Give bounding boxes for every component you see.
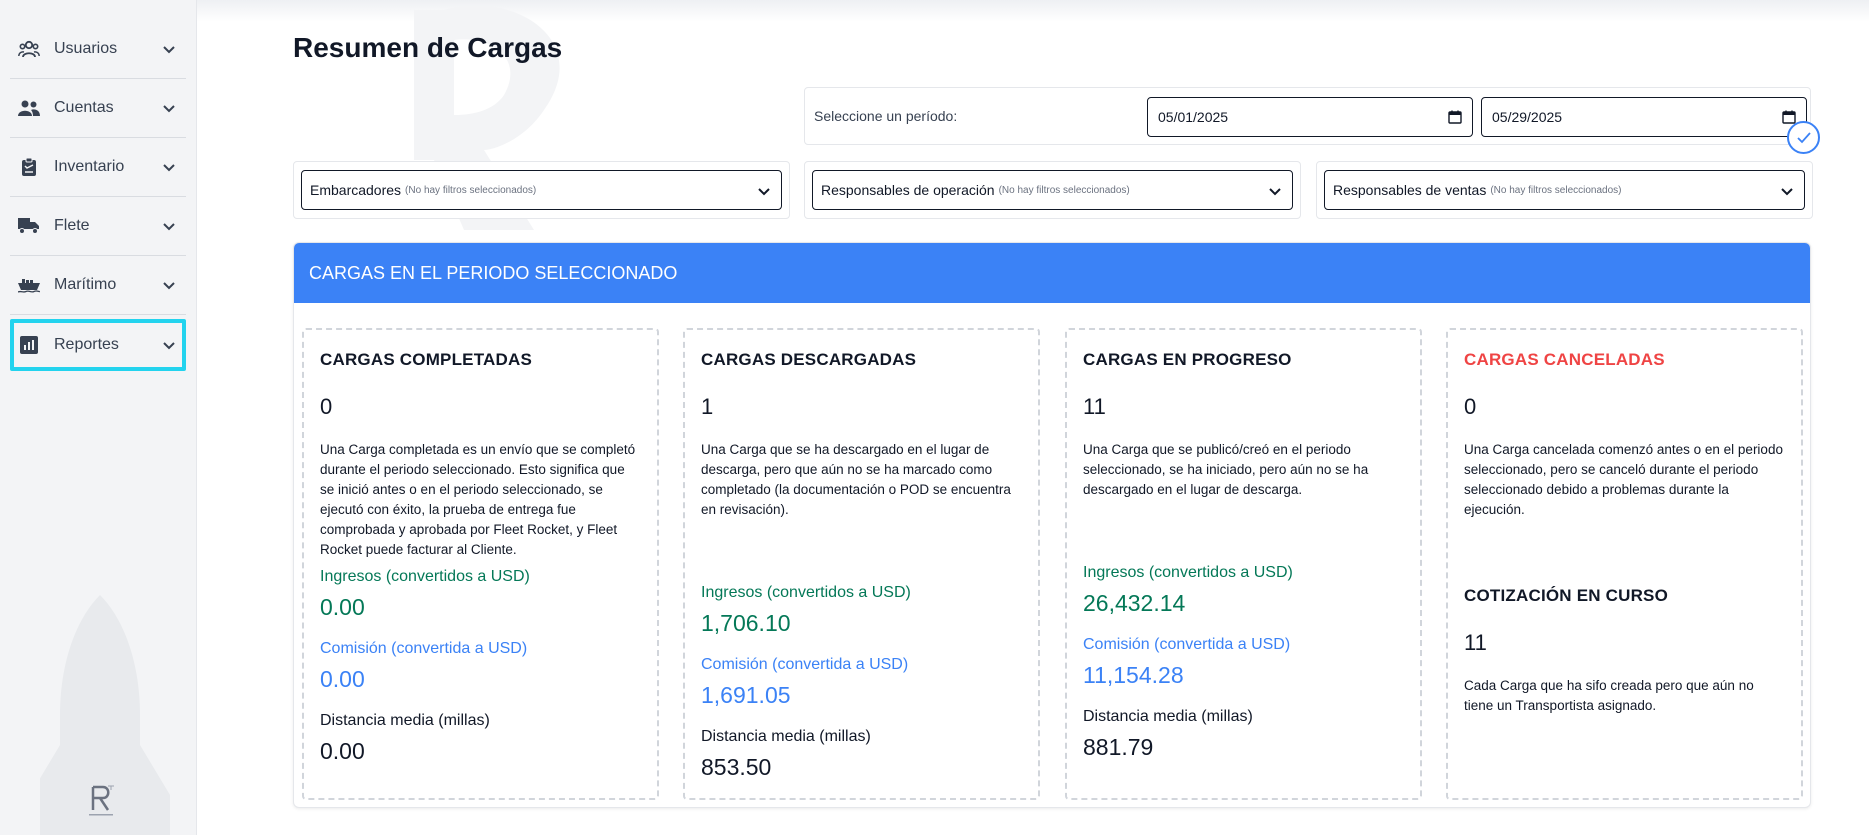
distance-value: 0.00 xyxy=(320,738,365,764)
sidebar-item-maritimo[interactable]: Marítimo xyxy=(10,256,186,315)
chevron-down-icon xyxy=(163,282,175,290)
card-title: CARGAS COMPLETADAS xyxy=(320,350,533,369)
sidebar-item-label: Inventario xyxy=(54,158,125,175)
chevron-down-icon xyxy=(1781,188,1793,196)
filter-label: Embarcadores xyxy=(310,182,402,198)
card-count: 1 xyxy=(701,394,714,419)
responsables-operacion-select[interactable]: Responsables de operación (No hay filtro… xyxy=(812,170,1293,210)
ship-icon xyxy=(18,274,40,296)
sidebar-item-reportes[interactable]: Reportes xyxy=(10,319,186,371)
chevron-down-icon xyxy=(163,46,175,54)
card-title: CARGAS EN PROGRESO xyxy=(1083,350,1292,369)
calendar-icon[interactable] xyxy=(1448,110,1462,124)
income-label: Ingresos (convertidos a USD) xyxy=(1083,564,1293,581)
chevron-down-icon xyxy=(163,223,175,231)
commission-value: 1,691.05 xyxy=(701,682,791,708)
card-cancelled: CARGAS CANCELADAS 0 Una Carga cancelada … xyxy=(1446,328,1803,800)
commission-value: 0.00 xyxy=(320,666,365,692)
card-in-progress: CARGAS EN PROGRESO 11 Una Carga que se p… xyxy=(1065,328,1422,800)
quote-count: 11 xyxy=(1464,630,1487,655)
sidebar-item-usuarios[interactable]: Usuarios xyxy=(10,20,186,79)
filter-hint: (No hay filtros seleccionados) xyxy=(998,184,1130,196)
period-label: Seleccione un período: xyxy=(814,108,958,124)
income-label: Ingresos (convertidos a USD) xyxy=(320,568,530,585)
income-value: 1,706.10 xyxy=(701,610,791,636)
commission-label: Comisión (convertida a USD) xyxy=(320,640,528,657)
check-icon xyxy=(1796,131,1811,143)
brand-logo-icon xyxy=(89,785,114,816)
chart-icon xyxy=(18,334,40,356)
main-content: Resumen de Cargas Seleccione un período:… xyxy=(197,0,1869,835)
distance-value: 881.79 xyxy=(1083,734,1154,760)
accounts-icon xyxy=(18,97,40,119)
card-title: CARGAS CANCELADAS xyxy=(1464,350,1665,369)
income-value: 0.00 xyxy=(320,594,365,620)
filter-hint: (No hay filtros seleccionados) xyxy=(1490,184,1622,196)
filter-embarcadores: Embarcadores (No hay filtros seleccionad… xyxy=(293,161,790,219)
quote-description: Cada Carga que ha sifo creada pero que a… xyxy=(1464,678,1754,713)
commission-label: Comisión (convertida a USD) xyxy=(701,656,909,673)
card-count: 0 xyxy=(320,394,333,419)
page-title: Resumen de Cargas xyxy=(293,32,563,63)
sidebar-item-label: Flete xyxy=(54,217,90,234)
commission-value: 11,154.28 xyxy=(1083,662,1184,688)
topbar xyxy=(197,0,1869,22)
calendar-icon[interactable] xyxy=(1782,110,1796,124)
commission-label: Comisión (convertida a USD) xyxy=(1083,636,1291,653)
sidebar-nav: Usuarios Cuentas Inventario Flete Maríti… xyxy=(0,0,196,371)
start-date-input[interactable]: 05/01/2025 xyxy=(1147,97,1473,137)
chevron-down-icon xyxy=(163,164,175,172)
panel-header: CARGAS EN EL PERIODO SELECCIONADO xyxy=(294,243,1810,303)
card-count: 11 xyxy=(1083,394,1106,419)
clipboard-icon xyxy=(18,156,40,178)
filter-hint: (No hay filtros seleccionados) xyxy=(405,184,537,196)
start-date-value: 05/01/2025 xyxy=(1158,109,1229,125)
sidebar-item-cuentas[interactable]: Cuentas xyxy=(10,79,186,138)
sidebar-item-label: Cuentas xyxy=(54,99,114,116)
period-selector: Seleccione un período: 05/01/2025 05/29/… xyxy=(804,87,1811,145)
filter-label: Responsables de ventas xyxy=(1333,182,1487,198)
card-completed: CARGAS COMPLETADAS 0 Una Carga completad… xyxy=(302,328,659,800)
distance-label: Distancia media (millas) xyxy=(701,728,871,745)
sidebar-item-flete[interactable]: Flete xyxy=(10,197,186,256)
sidebar: Usuarios Cuentas Inventario Flete Maríti… xyxy=(0,0,197,835)
filter-responsables-ventas: Responsables de ventas (No hay filtros s… xyxy=(1316,161,1813,219)
card-unloaded: CARGAS DESCARGADAS 1 Una Carga que se ha… xyxy=(683,328,1040,800)
end-date-input[interactable]: 05/29/2025 xyxy=(1481,97,1807,137)
card-description: Una Carga cancelada comenzó antes o en e… xyxy=(1464,442,1783,517)
distance-label: Distancia media (millas) xyxy=(320,712,490,729)
responsables-ventas-select[interactable]: Responsables de ventas (No hay filtros s… xyxy=(1324,170,1805,210)
income-value: 26,432.14 xyxy=(1083,590,1186,616)
card-count: 0 xyxy=(1464,394,1477,419)
sidebar-item-label: Marítimo xyxy=(54,276,117,293)
confirm-period-button[interactable] xyxy=(1787,121,1820,154)
quote-title: COTIZACIÓN EN CURSO xyxy=(1464,586,1669,605)
filter-responsables-operacion: Responsables de operación (No hay filtro… xyxy=(804,161,1301,219)
sidebar-item-label: Usuarios xyxy=(54,40,118,57)
embarcadores-select[interactable]: Embarcadores (No hay filtros seleccionad… xyxy=(301,170,782,210)
truck-icon xyxy=(18,215,40,237)
chevron-down-icon xyxy=(163,342,175,350)
chevron-down-icon xyxy=(163,105,175,113)
users-icon xyxy=(18,38,40,60)
card-description: Una Carga completada es un envío que se … xyxy=(320,442,636,557)
income-label: Ingresos (convertidos a USD) xyxy=(701,584,911,601)
card-title: CARGAS DESCARGADAS xyxy=(701,350,917,369)
sidebar-item-inventario[interactable]: Inventario xyxy=(10,138,186,197)
distance-value: 853.50 xyxy=(701,754,772,780)
card-description: Una Carga que se publicó/creó en el peri… xyxy=(1083,442,1369,497)
chevron-down-icon xyxy=(1269,188,1281,196)
distance-label: Distancia media (millas) xyxy=(1083,708,1253,725)
filter-label: Responsables de operación xyxy=(821,182,995,198)
loads-panel: CARGAS EN EL PERIODO SELECCIONADO CARGAS… xyxy=(293,242,1811,808)
card-description: Una Carga que se ha descargado en el lug… xyxy=(701,442,1011,517)
chevron-down-icon xyxy=(758,188,770,196)
sidebar-item-label: Reportes xyxy=(54,336,119,353)
end-date-value: 05/29/2025 xyxy=(1492,109,1563,125)
